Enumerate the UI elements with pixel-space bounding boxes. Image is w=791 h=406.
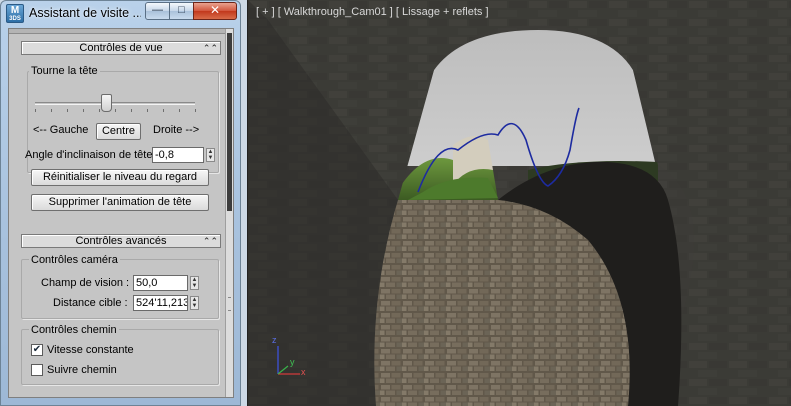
constant-speed-label[interactable]: Vitesse constante bbox=[47, 344, 134, 356]
target-distance-label: Distance cible : bbox=[53, 297, 128, 309]
advanced-controls-title: Contrôles avancés bbox=[75, 235, 167, 247]
camera-controls-label: Contrôles caméra bbox=[29, 254, 120, 266]
target-distance-input[interactable]: 524'11,213 bbox=[133, 295, 188, 311]
rollout-panel: Contrôles de vue ⌃⌃ Tourne la tête <-- G… bbox=[8, 28, 234, 398]
spinner-down-icon[interactable]: ▼ bbox=[207, 155, 214, 161]
center-button[interactable]: Centre bbox=[96, 123, 141, 140]
slider-tick bbox=[115, 109, 116, 112]
path-controls-group bbox=[21, 329, 219, 385]
tilt-angle-label: Angle d'inclinaison de tête bbox=[25, 149, 153, 161]
tilt-angle-input[interactable]: -0,8 bbox=[152, 147, 204, 163]
tunnel-scene bbox=[248, 0, 791, 406]
follow-path-label[interactable]: Suivre chemin bbox=[47, 364, 117, 376]
app-icon[interactable]: M 3DS bbox=[6, 4, 24, 23]
close-icon: ✕ bbox=[209, 3, 221, 17]
slider-tick bbox=[83, 109, 84, 112]
app-icon-letters: M bbox=[10, 5, 20, 16]
app-icon-sub: 3DS bbox=[9, 16, 21, 22]
close-button[interactable]: ✕ bbox=[193, 2, 237, 20]
slider-tick bbox=[131, 109, 132, 112]
target-distance-spinner[interactable]: 524'11,213 ▲ ▼ bbox=[133, 295, 201, 311]
target-distance-arrows[interactable]: ▲ ▼ bbox=[190, 296, 199, 310]
slider-tick bbox=[51, 109, 52, 112]
slider-tick bbox=[147, 109, 148, 112]
tilt-angle-arrows[interactable]: ▲ ▼ bbox=[206, 148, 215, 162]
fov-label: Champ de vision : bbox=[41, 277, 130, 289]
fov-input[interactable]: 50,0 bbox=[133, 275, 188, 291]
slider-tick bbox=[99, 109, 100, 112]
right-direction-label: Droite --> bbox=[153, 124, 200, 136]
walkthrough-assistant-window: M 3DS Assistant de visite ... — □ ✕ Cont… bbox=[0, 0, 241, 406]
delete-head-animation-button[interactable]: Supprimer l'animation de tête bbox=[31, 194, 209, 211]
advanced-controls-rollout-header[interactable]: Contrôles avancés ⌃⌃ bbox=[21, 234, 221, 248]
window-title: Assistant de visite ... bbox=[29, 6, 141, 20]
minimize-icon: — bbox=[152, 4, 163, 16]
tilt-angle-spinner[interactable]: -0,8 ▲ ▼ bbox=[152, 147, 216, 163]
constant-speed-checkbox[interactable]: ✔ bbox=[31, 344, 43, 356]
axis-x-label: x bbox=[301, 367, 306, 377]
view-controls-title: Contrôles de vue bbox=[79, 42, 163, 54]
slider-tick bbox=[67, 109, 68, 112]
rollout-scrollbar[interactable] bbox=[225, 29, 233, 397]
head-turn-label: Tourne la tête bbox=[29, 65, 100, 77]
collapse-chevron-icon[interactable]: ⌃⌃ bbox=[203, 235, 218, 247]
camera-viewport[interactable]: [ + ] [ Walkthrough_Cam01 ] [ Lissage + … bbox=[247, 0, 791, 406]
path-controls-label: Contrôles chemin bbox=[29, 324, 119, 336]
head-turn-slider-track[interactable] bbox=[35, 102, 195, 105]
fov-spinner[interactable]: 50,0 ▲ ▼ bbox=[133, 275, 201, 291]
fov-arrows[interactable]: ▲ ▼ bbox=[190, 276, 199, 290]
maximize-button[interactable]: □ bbox=[169, 2, 194, 20]
collapse-chevron-icon[interactable]: ⌃⌃ bbox=[203, 42, 218, 54]
reset-gaze-button[interactable]: Réinitialiser le niveau du regard bbox=[31, 169, 209, 186]
head-turn-slider-ticks bbox=[35, 109, 196, 112]
axis-z-label: z bbox=[272, 335, 277, 345]
slider-tick bbox=[195, 109, 196, 112]
viewport-label[interactable]: [ + ] [ Walkthrough_Cam01 ] [ Lissage + … bbox=[256, 6, 489, 18]
follow-path-checkbox[interactable] bbox=[31, 364, 43, 376]
slider-tick bbox=[35, 109, 36, 112]
minimize-button[interactable]: — bbox=[145, 2, 170, 20]
spinner-down-icon[interactable]: ▼ bbox=[191, 283, 198, 289]
slider-tick bbox=[179, 109, 180, 112]
slider-tick bbox=[163, 109, 164, 112]
title-bar[interactable]: M 3DS Assistant de visite ... — □ ✕ bbox=[1, 1, 240, 27]
view-controls-rollout-header[interactable]: Contrôles de vue ⌃⌃ bbox=[21, 41, 221, 55]
scrollbar-thumb[interactable] bbox=[227, 33, 232, 211]
maximize-icon: □ bbox=[178, 4, 185, 16]
spinner-down-icon[interactable]: ▼ bbox=[191, 303, 198, 309]
head-turn-slider-thumb[interactable] bbox=[101, 94, 112, 112]
left-direction-label: <-- Gauche bbox=[33, 124, 89, 136]
previous-rollout-edge bbox=[9, 29, 227, 34]
scrollbar-grip bbox=[228, 297, 231, 311]
checkmark-icon: ✔ bbox=[32, 344, 42, 355]
axis-y-label: y bbox=[290, 357, 295, 367]
